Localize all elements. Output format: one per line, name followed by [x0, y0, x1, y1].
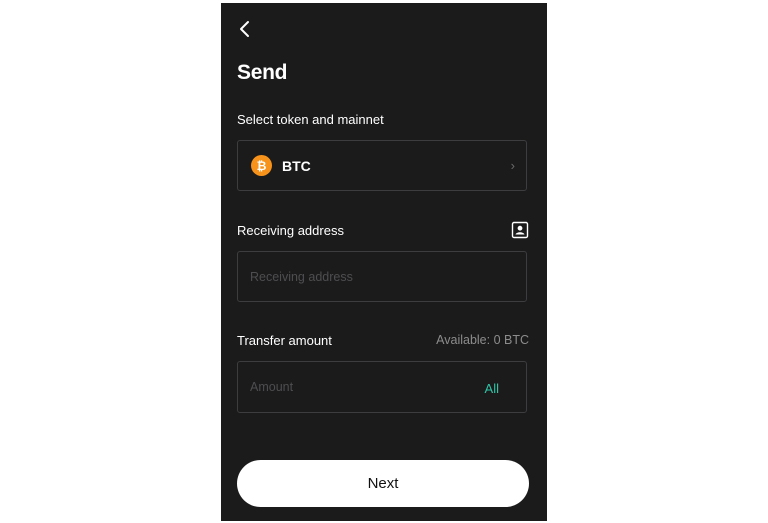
available-balance: Available: 0 BTC [436, 333, 529, 347]
receiving-address-input[interactable] [250, 252, 470, 301]
receiving-address-field[interactable] [237, 251, 527, 302]
token-selector[interactable]: ₿ BTC › [237, 140, 527, 191]
chevron-right-icon: › [510, 158, 515, 173]
token-section-label: Select token and mainnet [237, 112, 384, 127]
next-button[interactable]: Next [237, 460, 529, 507]
all-button[interactable]: All [485, 381, 499, 396]
amount-section-label: Transfer amount [237, 333, 332, 348]
address-section-label: Receiving address [237, 223, 344, 238]
address-book-icon[interactable] [511, 221, 529, 239]
transfer-amount-field[interactable]: All [237, 361, 527, 413]
amount-input[interactable] [250, 362, 470, 412]
token-symbol: BTC [282, 158, 311, 174]
bitcoin-icon: ₿ [251, 155, 272, 176]
back-button[interactable] [235, 18, 255, 40]
chevron-left-icon [240, 21, 249, 37]
send-panel: Send Select token and mainnet ₿ BTC › Re… [221, 3, 547, 521]
page-title: Send [237, 61, 288, 84]
